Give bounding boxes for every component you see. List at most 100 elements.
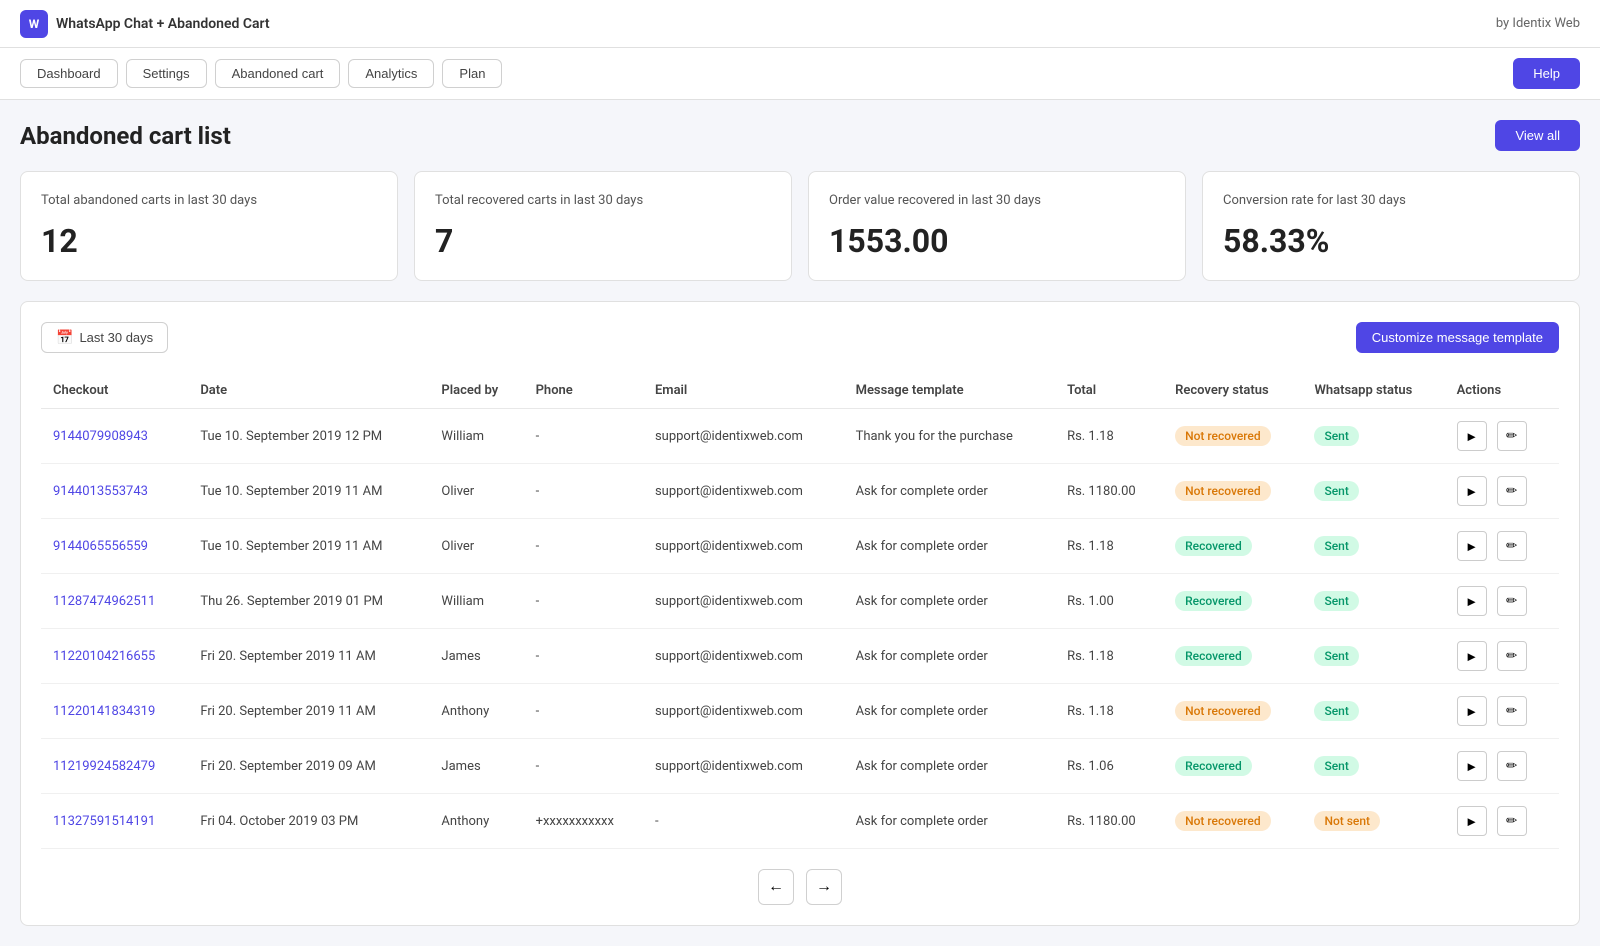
cell-placed-by-3: William [429, 574, 523, 629]
send-action-button-2[interactable]: ► [1457, 531, 1487, 561]
cell-phone-2: - [524, 519, 643, 574]
actions-cell-4: ► ✏ [1457, 641, 1547, 671]
cell-actions-6: ► ✏ [1445, 739, 1559, 794]
whatsapp-status-badge-4: Sent [1314, 646, 1358, 666]
edit-action-button-1[interactable]: ✏ [1497, 476, 1527, 506]
checkout-link-0[interactable]: 9144079908943 [53, 429, 148, 444]
cell-email-1: support@identixweb.com [643, 464, 844, 519]
cell-date-6: Fri 20. September 2019 09 AM [188, 739, 429, 794]
cell-message-template-7: Ask for complete order [844, 794, 1056, 849]
page-title: Abandoned cart list [20, 122, 231, 150]
edit-action-button-2[interactable]: ✏ [1497, 531, 1527, 561]
cell-checkout-4: 11220104216655 [41, 629, 188, 684]
cell-email-5: support@identixweb.com [643, 684, 844, 739]
stats-grid: Total abandoned carts in last 30 days 12… [20, 171, 1580, 281]
send-action-button-1[interactable]: ► [1457, 476, 1487, 506]
edit-action-button-4[interactable]: ✏ [1497, 641, 1527, 671]
send-action-button-7[interactable]: ► [1457, 806, 1487, 836]
date-filter-button[interactable]: 📅 Last 30 days [41, 322, 168, 353]
cell-recovery-status-6: Recovered [1163, 739, 1302, 794]
recovery-status-badge-2: Recovered [1175, 536, 1252, 556]
actions-cell-3: ► ✏ [1457, 586, 1547, 616]
checkout-link-2[interactable]: 9144065556559 [53, 539, 148, 554]
cell-whatsapp-status-5: Sent [1302, 684, 1444, 739]
cell-placed-by-6: James [429, 739, 523, 794]
recovery-status-badge-4: Recovered [1175, 646, 1252, 666]
cell-email-3: support@identixweb.com [643, 574, 844, 629]
cell-date-3: Thu 26. September 2019 01 PM [188, 574, 429, 629]
checkout-link-3[interactable]: 11287474962511 [53, 594, 155, 609]
whatsapp-status-badge-6: Sent [1314, 756, 1358, 776]
recovery-status-badge-0: Not recovered [1175, 426, 1270, 446]
recovery-status-badge-3: Recovered [1175, 591, 1252, 611]
nav-abandoned-cart[interactable]: Abandoned cart [215, 59, 341, 88]
table-body: 9144079908943 Tue 10. September 2019 12 … [41, 409, 1559, 849]
cell-whatsapp-status-7: Not sent [1302, 794, 1444, 849]
cell-checkout-0: 9144079908943 [41, 409, 188, 464]
actions-cell-1: ► ✏ [1457, 476, 1547, 506]
cell-actions-7: ► ✏ [1445, 794, 1559, 849]
cell-placed-by-5: Anthony [429, 684, 523, 739]
date-filter-label: Last 30 days [79, 330, 153, 345]
send-action-button-5[interactable]: ► [1457, 696, 1487, 726]
edit-action-button-5[interactable]: ✏ [1497, 696, 1527, 726]
cell-message-template-1: Ask for complete order [844, 464, 1056, 519]
table-row: 9144065556559 Tue 10. September 2019 11 … [41, 519, 1559, 574]
nav-settings[interactable]: Settings [126, 59, 207, 88]
cell-total-3: Rs. 1.00 [1055, 574, 1163, 629]
edit-action-button-7[interactable]: ✏ [1497, 806, 1527, 836]
send-action-button-3[interactable]: ► [1457, 586, 1487, 616]
edit-action-button-6[interactable]: ✏ [1497, 751, 1527, 781]
checkout-link-7[interactable]: 11327591514191 [53, 814, 155, 829]
cell-actions-3: ► ✏ [1445, 574, 1559, 629]
app-icon: W [20, 10, 48, 38]
app-title: WhatsApp Chat + Abandoned Cart [56, 16, 270, 32]
edit-action-button-3[interactable]: ✏ [1497, 586, 1527, 616]
header-row: Checkout Date Placed by Phone Email Mess… [41, 373, 1559, 409]
checkout-link-4[interactable]: 11220104216655 [53, 649, 155, 664]
cell-phone-4: - [524, 629, 643, 684]
checkout-link-5[interactable]: 11220141834319 [53, 704, 155, 719]
cell-phone-1: - [524, 464, 643, 519]
cell-total-2: Rs. 1.18 [1055, 519, 1163, 574]
app-branding: W WhatsApp Chat + Abandoned Cart [20, 10, 270, 38]
send-action-button-4[interactable]: ► [1457, 641, 1487, 671]
customize-template-button[interactable]: Customize message template [1356, 322, 1559, 353]
cell-date-0: Tue 10. September 2019 12 PM [188, 409, 429, 464]
view-all-button[interactable]: View all [1495, 120, 1580, 151]
col-checkout: Checkout [41, 373, 188, 409]
col-phone: Phone [524, 373, 643, 409]
whatsapp-status-badge-5: Sent [1314, 701, 1358, 721]
help-button[interactable]: Help [1513, 58, 1580, 89]
col-total: Total [1055, 373, 1163, 409]
cell-date-2: Tue 10. September 2019 11 AM [188, 519, 429, 574]
cell-message-template-0: Thank you for the purchase [844, 409, 1056, 464]
cell-email-6: support@identixweb.com [643, 739, 844, 794]
stat-value-1: 7 [435, 222, 771, 260]
nav-plan[interactable]: Plan [442, 59, 502, 88]
send-action-button-6[interactable]: ► [1457, 751, 1487, 781]
cell-recovery-status-1: Not recovered [1163, 464, 1302, 519]
whatsapp-status-badge-3: Sent [1314, 591, 1358, 611]
checkout-link-1[interactable]: 9144013553743 [53, 484, 148, 499]
edit-action-button-0[interactable]: ✏ [1497, 421, 1527, 451]
cell-actions-2: ► ✏ [1445, 519, 1559, 574]
stat-label-2: Order value recovered in last 30 days [829, 192, 1165, 210]
cell-actions-0: ► ✏ [1445, 409, 1559, 464]
nav-dashboard[interactable]: Dashboard [20, 59, 118, 88]
cell-date-7: Fri 04. October 2019 03 PM [188, 794, 429, 849]
actions-cell-2: ► ✏ [1457, 531, 1547, 561]
cell-whatsapp-status-0: Sent [1302, 409, 1444, 464]
cell-placed-by-0: William [429, 409, 523, 464]
table-row: 11220141834319 Fri 20. September 2019 11… [41, 684, 1559, 739]
cell-actions-4: ► ✏ [1445, 629, 1559, 684]
col-whatsapp-status: Whatsapp status [1302, 373, 1444, 409]
checkout-link-6[interactable]: 11219924582479 [53, 759, 155, 774]
nav-analytics[interactable]: Analytics [348, 59, 434, 88]
cell-email-2: support@identixweb.com [643, 519, 844, 574]
send-action-button-0[interactable]: ► [1457, 421, 1487, 451]
cell-placed-by-4: James [429, 629, 523, 684]
cell-phone-6: - [524, 739, 643, 794]
main-content: Abandoned cart list View all Total aband… [0, 100, 1600, 946]
cell-message-template-4: Ask for complete order [844, 629, 1056, 684]
